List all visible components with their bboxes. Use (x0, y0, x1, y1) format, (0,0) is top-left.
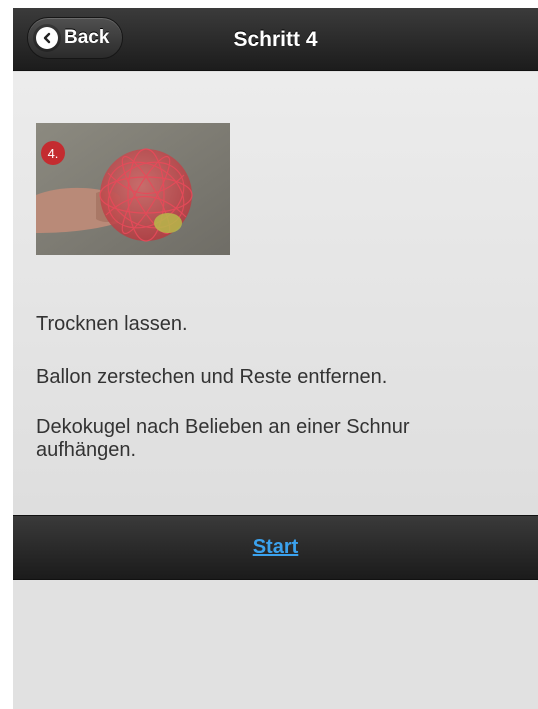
chevron-left-icon (36, 27, 58, 49)
step-paragraph-2: Ballon zerstechen und Reste entfernen. (36, 366, 388, 388)
step-number-badge: 4. (48, 146, 59, 161)
header-bar: Back Schritt 4 (13, 8, 538, 71)
step-content: 4. Trocknen lassen. Ballon zerstechen un… (13, 72, 538, 515)
footer-bar: Start (13, 515, 538, 580)
back-button-label: Back (64, 27, 110, 48)
step-image: 4. (36, 123, 230, 255)
start-link[interactable]: Start (253, 536, 299, 559)
step-paragraph-3: Dekokugel nach Belieben an einer Schnur … (36, 416, 410, 461)
step-paragraph-1: Trocknen lassen. (36, 313, 188, 335)
back-button[interactable]: Back (27, 17, 123, 59)
app-screen: Back Schritt 4 4. Trocknen lassen. Ballo… (13, 8, 538, 709)
